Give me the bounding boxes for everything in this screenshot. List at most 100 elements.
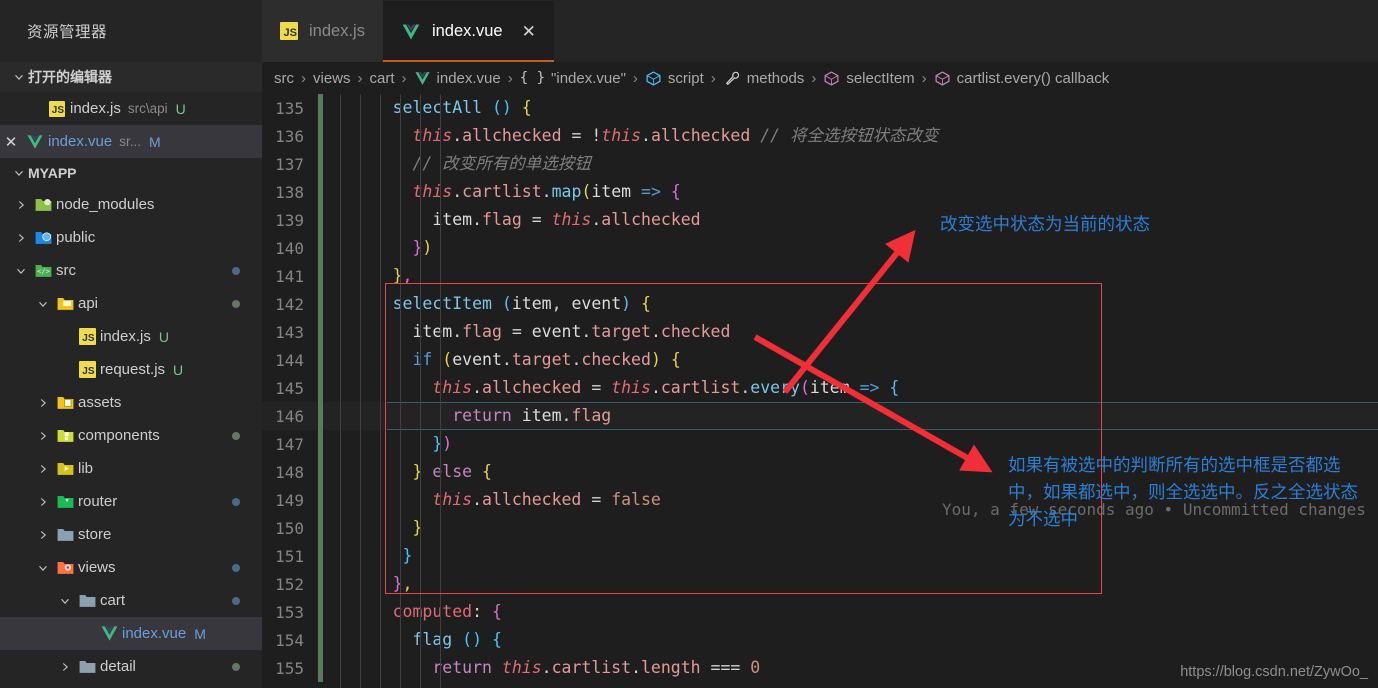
section-open-editors[interactable]: 打开的编辑器 (0, 62, 262, 92)
chevron-right-icon[interactable] (34, 493, 52, 511)
tree-item-components[interactable]: components (0, 419, 262, 452)
line-number: 148 (275, 462, 304, 482)
chevron-down-icon[interactable] (34, 559, 52, 577)
tree-item-node-modules[interactable]: node_modules (0, 188, 262, 221)
code-line[interactable]: 137 // 改变所有的单选按钮 (262, 150, 1378, 178)
code-line[interactable]: 144 if (event.target.checked) { (262, 346, 1378, 374)
code-line[interactable]: 138 this.cartlist.map(item => { (262, 178, 1378, 206)
code-line[interactable]: 135 selectAll () { (262, 94, 1378, 122)
tab-index-vue[interactable]: index.vue ✕ (382, 0, 554, 62)
git-modified-indicator (318, 542, 323, 570)
line-number: 151 (275, 546, 304, 566)
close-icon[interactable]: ✕ (0, 133, 22, 151)
breadcrumb-item[interactable]: cart (370, 70, 395, 87)
breadcrumb-item[interactable]: methods (723, 69, 804, 87)
code-line[interactable]: 140 }) (262, 234, 1378, 262)
tree-item-index-js[interactable]: JS index.js U (0, 320, 262, 353)
chevron-right-icon[interactable] (12, 229, 30, 247)
code-line[interactable]: 145 this.allchecked = this.cartlist.ever… (262, 374, 1378, 402)
code-text: this.allchecked = !this.allchecked // 将全… (412, 126, 939, 145)
tree-item-router[interactable]: router (0, 485, 262, 518)
line-number: 146 (275, 406, 304, 426)
tab-index-js[interactable]: JS index.js (262, 0, 383, 62)
code-line[interactable]: 148 } else { (262, 458, 1378, 486)
breadcrumb-item[interactable]: { } "index.vue" (520, 70, 626, 87)
breadcrumb-item[interactable]: script (645, 70, 704, 87)
code-line[interactable]: 152 }, (262, 570, 1378, 598)
line-number: 145 (275, 378, 304, 398)
js-file-icon: JS (74, 361, 100, 378)
vue-file-icon (414, 70, 431, 87)
tree-item-views[interactable]: views (0, 551, 262, 584)
tree-item-cart[interactable]: cart (0, 584, 262, 617)
vscode-window: 资源管理器 打开的编辑器 JS index.js src\api U ✕ ind… (0, 0, 1378, 688)
chevron-right-icon[interactable] (34, 394, 52, 412)
git-blame-annotation: You, a few seconds ago • Uncommitted cha… (942, 500, 1366, 519)
tree-item-src[interactable]: </> src (0, 254, 262, 287)
folder-icon (74, 657, 100, 676)
chevron-right-icon: › (811, 69, 817, 87)
line-number: 141 (275, 266, 304, 286)
status-badge: M (148, 133, 161, 150)
chevron-down-icon[interactable] (56, 592, 74, 610)
explorer-title: 资源管理器 (27, 24, 108, 41)
tree-item-label: store (78, 526, 112, 543)
code-line[interactable]: 154 flag () { (262, 626, 1378, 654)
indent-guide (440, 94, 441, 688)
git-modified-indicator (318, 122, 323, 150)
code-line[interactable]: 143 item.flag = event.target.checked (262, 318, 1378, 346)
chevron-right-icon[interactable] (56, 658, 74, 676)
code-text: item.flag = this.allchecked (432, 210, 701, 229)
section-project-root[interactable]: MYAPP (0, 158, 262, 188)
chevron-right-icon[interactable] (12, 196, 30, 214)
tab-label: index.vue (431, 22, 503, 40)
breadcrumb-item[interactable]: index.vue (414, 70, 501, 87)
code-line[interactable]: 153 computed: { (262, 598, 1378, 626)
code-line[interactable]: 139 item.flag = this.allchecked (262, 206, 1378, 234)
code-line[interactable]: 142 selectItem (item, event) { (262, 290, 1378, 318)
folder-public-icon (35, 231, 51, 244)
chevron-down-icon (10, 68, 28, 86)
tree-item-detail[interactable]: detail (0, 650, 262, 683)
chevron-right-icon[interactable] (34, 460, 52, 478)
tree-item-label: detail (100, 658, 136, 675)
tree-item-index-vue[interactable]: index.vue M (0, 617, 262, 650)
tree-item-assets[interactable]: assets (0, 386, 262, 419)
tree-item-label: public (56, 229, 96, 246)
tree-item-lib[interactable]: lib (0, 452, 262, 485)
vue-file-icon (401, 22, 421, 42)
breadcrumb-item[interactable]: views (313, 70, 351, 87)
tree-item-label: components (78, 427, 160, 444)
folder-icon (79, 594, 95, 607)
tree-item-api[interactable]: api (0, 287, 262, 320)
file-tree: node_modules public </> src api JS index… (0, 188, 262, 683)
chevron-down-icon[interactable] (34, 295, 52, 313)
breadcrumb-item[interactable]: selectItem (823, 70, 915, 87)
svg-text:</>: </> (37, 267, 50, 276)
open-editor-item[interactable]: JS index.js src\api U (0, 92, 262, 125)
code-line[interactable]: 146 return item.flag (262, 402, 1378, 430)
breadcrumb-item[interactable]: src (274, 70, 294, 87)
breadcrumb-item[interactable]: cartlist.every() callback (934, 70, 1109, 87)
folder-router-icon (57, 495, 73, 508)
vue-file-icon (414, 71, 430, 85)
code-text: }) (432, 434, 453, 453)
open-editor-name: index.vue (48, 133, 113, 150)
tree-item-request-js[interactable]: JS request.js U (0, 353, 262, 386)
code-line[interactable]: 151 } (262, 542, 1378, 570)
tree-item-public[interactable]: public (0, 221, 262, 254)
chevron-right-icon[interactable] (34, 427, 52, 445)
code-line[interactable]: 147 }) (262, 430, 1378, 458)
folder-api-icon (52, 294, 78, 313)
chevron-down-icon[interactable] (12, 262, 30, 280)
open-editor-item[interactable]: ✕ index.vue sr... M (0, 125, 262, 158)
tree-item-store[interactable]: store (0, 518, 262, 551)
close-icon[interactable]: ✕ (522, 22, 536, 42)
folder-assets-icon (52, 393, 78, 412)
code-line[interactable]: 141 }, (262, 262, 1378, 290)
code-text: selectAll () { (392, 98, 532, 117)
chevron-right-icon[interactable] (34, 526, 52, 544)
code-editor[interactable]: 135 selectAll () { 136 this.allchecked =… (262, 94, 1378, 688)
folder-src-icon: </> (35, 264, 51, 277)
code-line[interactable]: 136 this.allchecked = !this.allchecked /… (262, 122, 1378, 150)
